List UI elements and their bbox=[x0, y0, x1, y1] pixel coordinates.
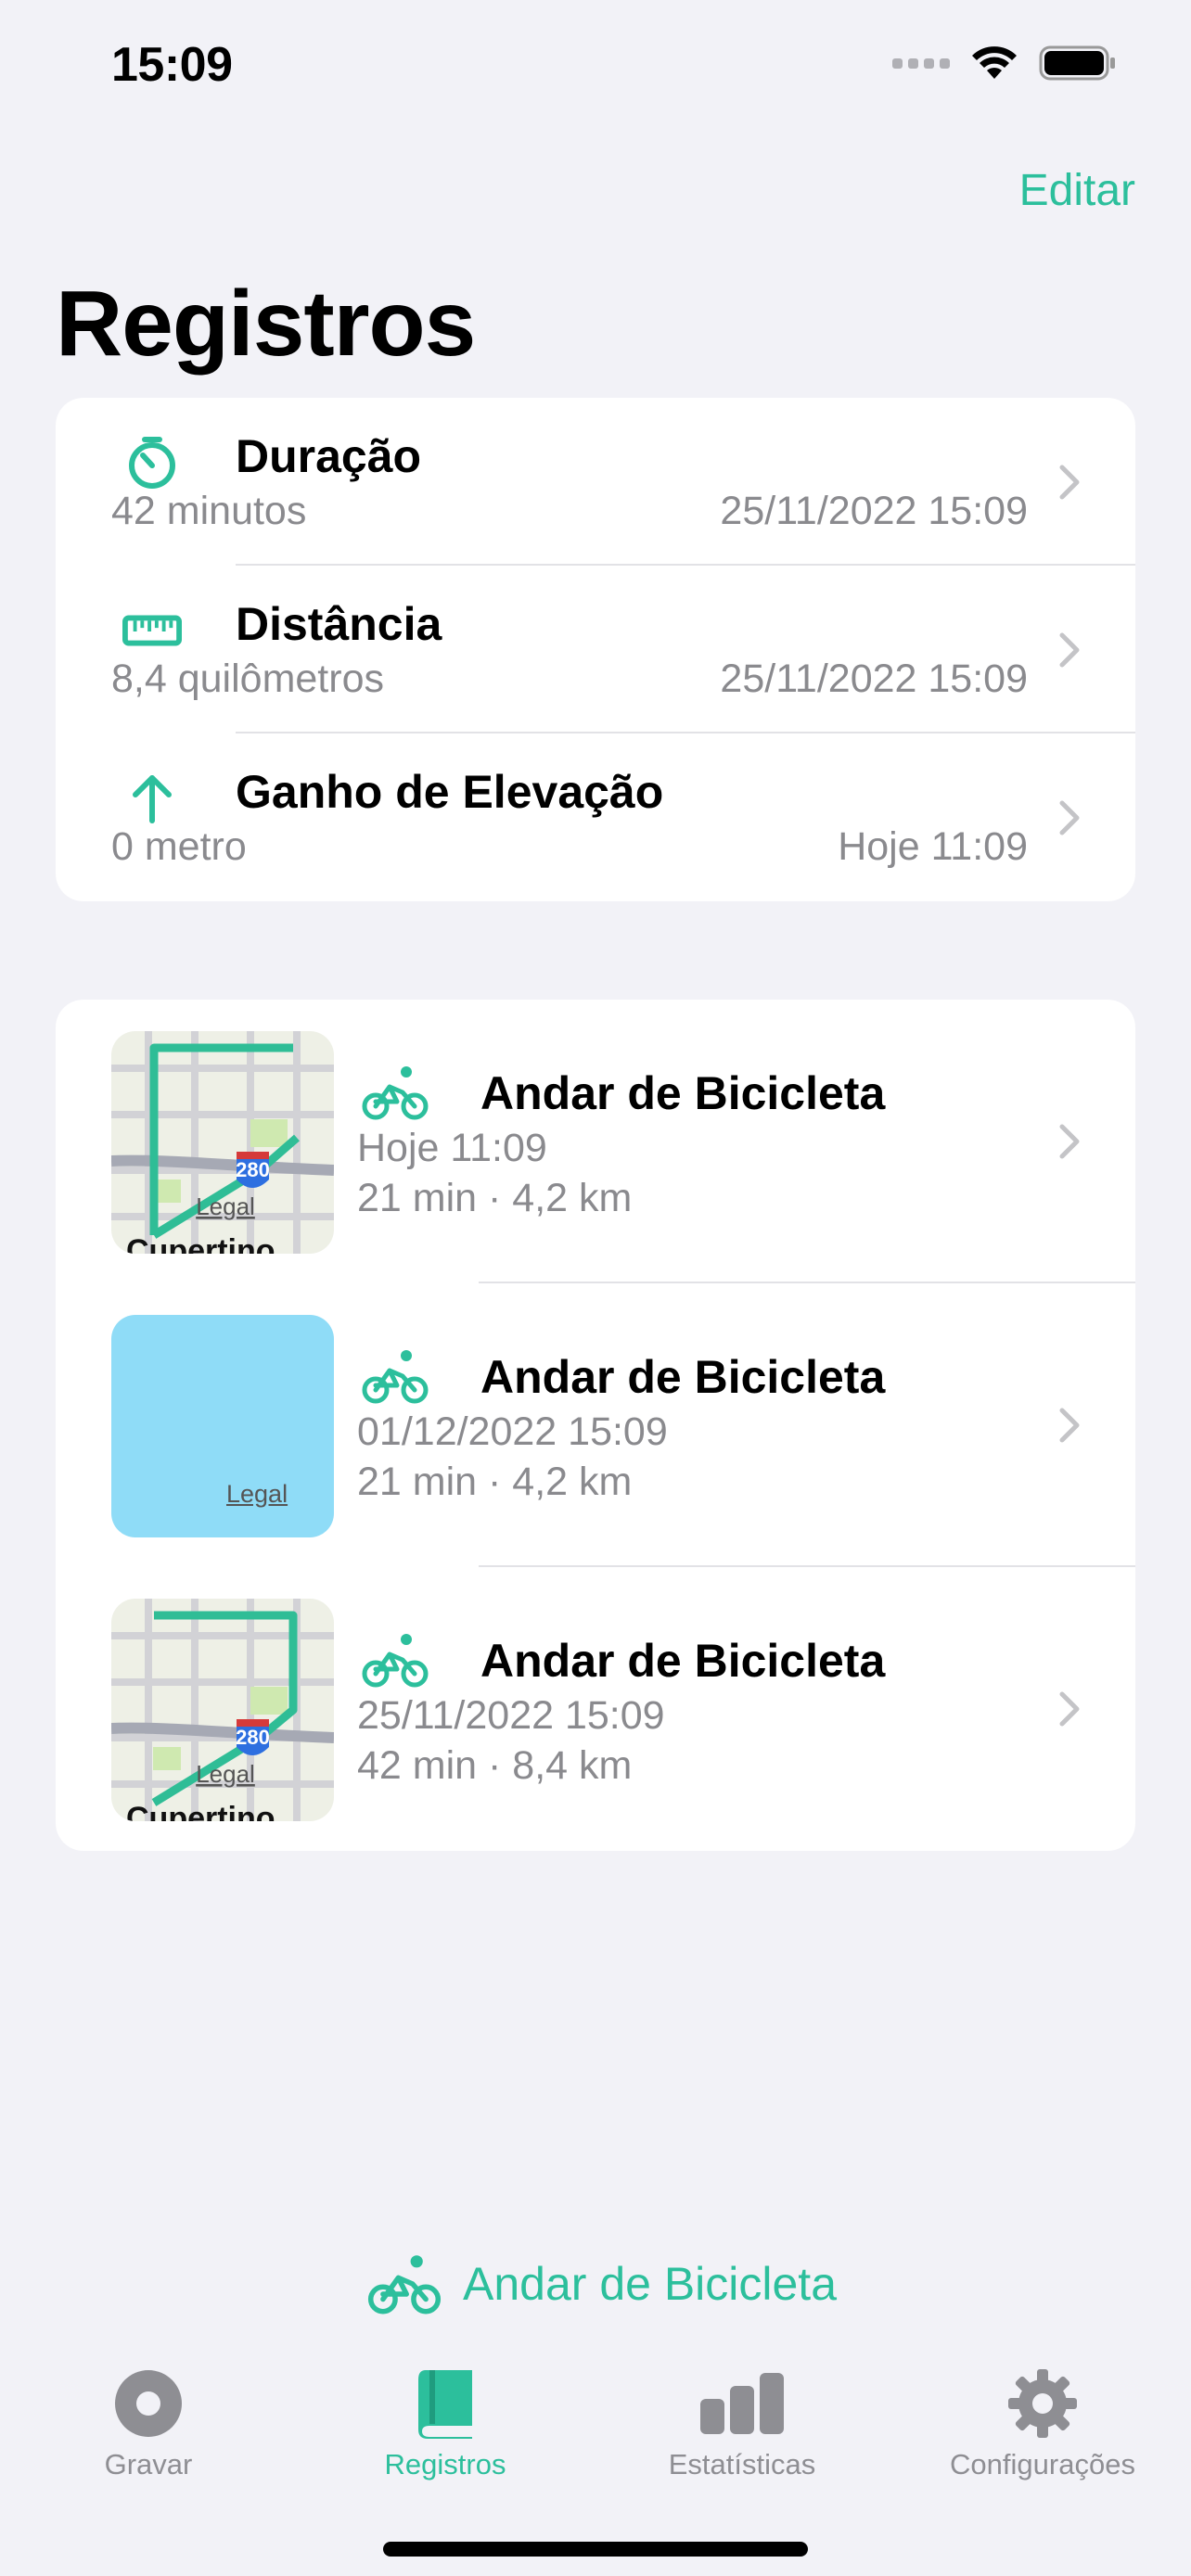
map-place-label: Cupertino bbox=[126, 1233, 275, 1254]
summary-row-distance[interactable]: Distância 8,4 quilômetros 25/11/2022 15:… bbox=[56, 566, 1135, 733]
summary-row-duration[interactable]: Duração 42 minutos 25/11/2022 15:09 bbox=[56, 398, 1135, 566]
workouts-card: 280 Legal Cupertino Andar de Bicicleta H… bbox=[56, 1000, 1135, 1851]
map-place-label: Cupertino bbox=[126, 1801, 275, 1821]
workout-date: 25/11/2022 15:09 bbox=[357, 1693, 665, 1738]
highway-shield-label: 280 bbox=[236, 1726, 270, 1749]
screen: 15:09 Editar Registros Duração 42 minuto… bbox=[0, 0, 1191, 2576]
workout-row[interactable]: 280 Legal Cupertino Andar de Bicicleta 2… bbox=[56, 1567, 1135, 1851]
edit-button[interactable]: Editar bbox=[1019, 165, 1135, 216]
record-icon bbox=[0, 2365, 297, 2442]
map-legal-link[interactable]: Legal bbox=[196, 1760, 255, 1788]
start-workout-label: Andar de Bicicleta bbox=[463, 2258, 838, 2310]
workout-date: Hoje 11:09 bbox=[357, 1126, 547, 1170]
cycling-icon bbox=[362, 1634, 429, 1688]
workout-date: 01/12/2022 15:09 bbox=[357, 1409, 668, 1454]
chevron-right-icon bbox=[1059, 465, 1080, 500]
map-legal-link[interactable]: Legal bbox=[226, 1480, 288, 1509]
workout-stats: 21 min · 4,2 km bbox=[357, 1176, 633, 1220]
tab-settings[interactable]: Configurações bbox=[894, 2365, 1191, 2481]
cycling-icon bbox=[362, 1350, 429, 1404]
ruler-icon bbox=[122, 601, 182, 660]
workout-row[interactable]: Legal Andar de Bicicleta 01/12/2022 15:0… bbox=[56, 1283, 1135, 1567]
tab-record[interactable]: Gravar bbox=[0, 2365, 297, 2481]
summary-value: 42 minutos bbox=[111, 489, 307, 533]
summary-date: Hoje 11:09 bbox=[838, 824, 1028, 869]
start-workout-button[interactable]: Andar de Bicicleta bbox=[366, 2253, 837, 2315]
workout-row[interactable]: 280 Legal Cupertino Andar de Bicicleta H… bbox=[56, 1000, 1135, 1283]
home-indicator[interactable] bbox=[383, 2542, 808, 2557]
route-map-thumbnail: Legal bbox=[111, 1315, 334, 1537]
tab-label: Configurações bbox=[950, 2448, 1135, 2480]
tab-label: Estatísticas bbox=[668, 2448, 816, 2480]
wifi-icon bbox=[972, 46, 1017, 79]
summary-row-elevation[interactable]: Ganho de Elevação 0 metro Hoje 11:09 bbox=[56, 733, 1135, 901]
cycling-icon bbox=[367, 2255, 442, 2315]
summary-value: 0 metro bbox=[111, 824, 247, 869]
chevron-right-icon bbox=[1059, 632, 1080, 668]
workout-title: Andar de Bicicleta bbox=[480, 1635, 886, 1687]
cycling-icon bbox=[362, 1066, 429, 1120]
route-map-thumbnail: 280 Legal Cupertino bbox=[111, 1031, 334, 1254]
summary-title: Duração bbox=[236, 430, 422, 482]
status-time: 15:09 bbox=[111, 38, 233, 92]
status-icons bbox=[892, 45, 1117, 82]
summary-date: 25/11/2022 15:09 bbox=[720, 489, 1028, 533]
gear-icon bbox=[894, 2365, 1191, 2442]
book-icon bbox=[297, 2365, 594, 2442]
workout-stats: 21 min · 4,2 km bbox=[357, 1460, 633, 1504]
map-legal-link[interactable]: Legal bbox=[196, 1192, 255, 1220]
summary-title: Ganho de Elevação bbox=[236, 766, 664, 818]
tab-records[interactable]: Registros bbox=[297, 2365, 594, 2481]
chevron-right-icon bbox=[1059, 1124, 1080, 1159]
workout-stats: 42 min · 8,4 km bbox=[357, 1743, 633, 1788]
chevron-right-icon bbox=[1059, 1408, 1080, 1443]
summary-value: 8,4 quilômetros bbox=[111, 657, 384, 701]
workout-title: Andar de Bicicleta bbox=[480, 1067, 886, 1119]
summary-title: Distância bbox=[236, 598, 442, 650]
battery-icon bbox=[1039, 45, 1115, 81]
tab-label: Gravar bbox=[104, 2448, 193, 2480]
summary-date: 25/11/2022 15:09 bbox=[720, 657, 1028, 701]
route-map-thumbnail: 280 Legal Cupertino bbox=[111, 1599, 334, 1821]
tab-label: Registros bbox=[384, 2448, 506, 2480]
bar-chart-icon bbox=[594, 2365, 890, 2442]
timer-icon bbox=[122, 433, 182, 492]
cellular-signal-icon bbox=[892, 57, 950, 69]
workout-title: Andar de Bicicleta bbox=[480, 1351, 886, 1403]
chevron-right-icon bbox=[1059, 1691, 1080, 1727]
highway-shield-label: 280 bbox=[236, 1158, 270, 1181]
page-title: Registros bbox=[56, 272, 476, 376]
arrow-up-icon bbox=[122, 769, 182, 828]
summary-card: Duração 42 minutos 25/11/2022 15:09 Dist… bbox=[56, 398, 1135, 901]
tab-statistics[interactable]: Estatísticas bbox=[594, 2365, 890, 2481]
chevron-right-icon bbox=[1059, 800, 1080, 835]
